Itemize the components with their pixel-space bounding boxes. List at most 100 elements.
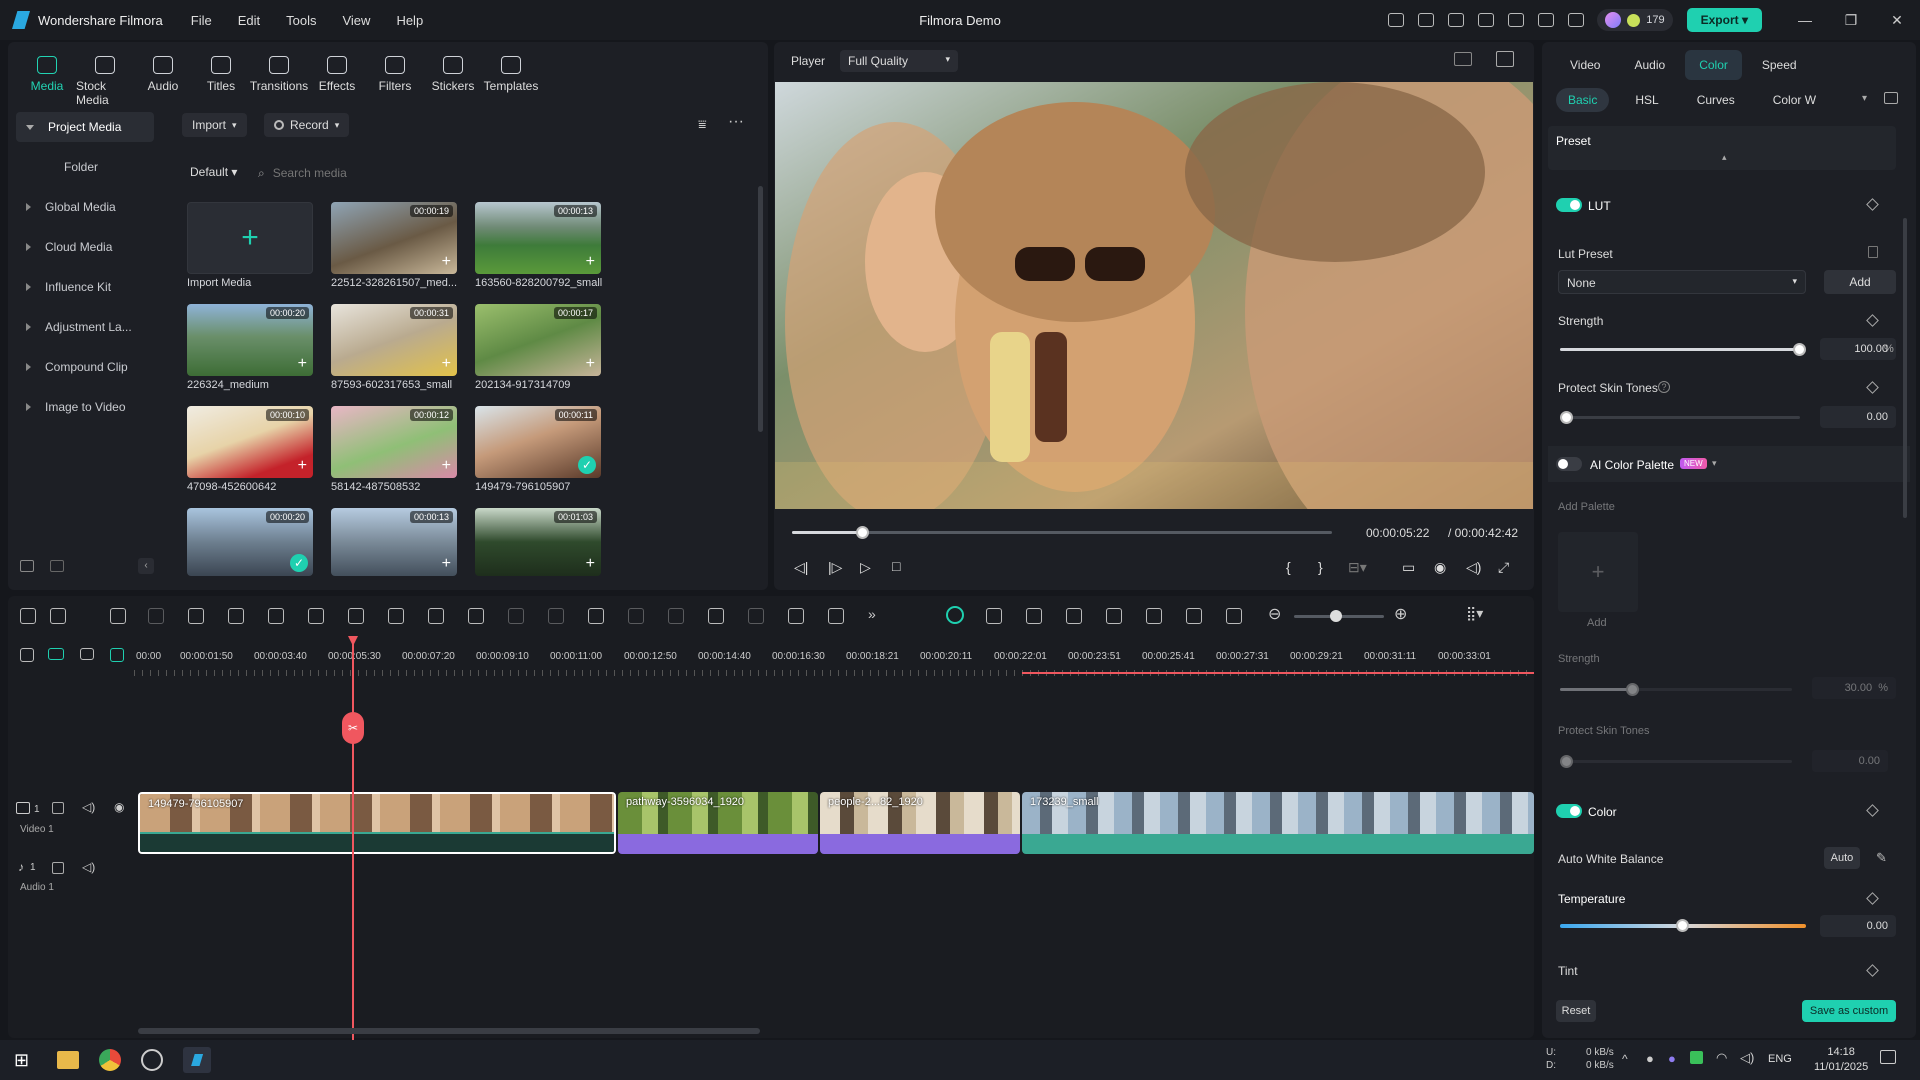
- play-reverse-icon[interactable]: |▷: [828, 559, 842, 576]
- ai-strength-value-input[interactable]: 30.00 %: [1812, 677, 1896, 699]
- media-thumb[interactable]: 00:00:17 +: [475, 304, 601, 376]
- split-scissors-icon[interactable]: ✂: [342, 712, 364, 744]
- save-icon[interactable]: [1478, 13, 1495, 27]
- fullscreen-icon[interactable]: ⤢: [1498, 559, 1509, 576]
- auto-highlight-icon[interactable]: [986, 608, 1002, 624]
- track-layout-icon[interactable]: ⣿▾: [1466, 605, 1483, 622]
- tab-speed[interactable]: Speed: [1748, 50, 1811, 80]
- stop-icon[interactable]: □: [892, 558, 900, 574]
- player-progress[interactable]: [792, 526, 1332, 539]
- chevron-down-icon[interactable]: ▾: [1712, 458, 1717, 469]
- tray-green-icon[interactable]: [1690, 1051, 1703, 1064]
- apps-grid-icon[interactable]: [1568, 13, 1585, 27]
- tab-audio[interactable]: Audio: [134, 56, 192, 107]
- notifications-icon[interactable]: [1880, 1050, 1896, 1064]
- add-lut-button[interactable]: Add: [1824, 270, 1896, 294]
- motion-track-icon[interactable]: [1026, 608, 1042, 624]
- undo-icon[interactable]: [110, 608, 126, 624]
- tab-media[interactable]: Media: [18, 56, 76, 107]
- play-icon[interactable]: ▷: [860, 559, 871, 576]
- properties-scrollbar[interactable]: [1903, 218, 1907, 518]
- tray-app-icon[interactable]: ●: [1668, 1051, 1676, 1066]
- clock[interactable]: 14:18 11/01/2025: [1814, 1045, 1868, 1075]
- tab-templates[interactable]: Templates: [482, 56, 540, 107]
- media-thumb[interactable]: 00:00:19 +: [331, 202, 457, 274]
- sidebar-item-influence-kit[interactable]: Influence Kit: [16, 272, 154, 302]
- mark-in-icon[interactable]: {: [1286, 559, 1291, 575]
- search-input[interactable]: [272, 166, 673, 180]
- microphone-icon[interactable]: ●: [1646, 1051, 1654, 1066]
- send-icon[interactable]: [1388, 13, 1405, 27]
- duration-icon[interactable]: [388, 608, 404, 624]
- pip-icon[interactable]: [1186, 608, 1202, 624]
- windows-start-icon[interactable]: ⊞: [14, 1050, 29, 1071]
- timeline-scrollbar[interactable]: [138, 1028, 760, 1034]
- timeline-clip[interactable]: pathway-3596034_1920: [618, 792, 818, 854]
- lock-icon[interactable]: [52, 802, 64, 814]
- zoom-out-icon[interactable]: ⊖: [1268, 604, 1281, 624]
- subtab-color-wheels[interactable]: Color W: [1761, 88, 1828, 112]
- ai-tools-icon[interactable]: [788, 608, 804, 624]
- redo-icon[interactable]: [148, 608, 164, 624]
- ai-protect-value-input[interactable]: 0.00: [1812, 750, 1888, 772]
- track-manager-icon[interactable]: [80, 648, 94, 660]
- stabilize-icon[interactable]: [548, 608, 564, 624]
- video-preview[interactable]: [775, 82, 1533, 509]
- sidebar-item-folder[interactable]: Folder: [16, 152, 154, 182]
- microphone-icon[interactable]: [1106, 608, 1122, 624]
- subtab-hsl[interactable]: HSL: [1623, 88, 1670, 112]
- ai-strength-slider[interactable]: [1560, 683, 1792, 696]
- color-toggle[interactable]: [1556, 804, 1582, 818]
- filter-icon[interactable]: ⩸: [698, 116, 707, 133]
- add-track-icon[interactable]: [20, 648, 34, 662]
- keyframe-tool-icon[interactable]: [468, 608, 484, 624]
- adjust-icon[interactable]: [508, 608, 524, 624]
- file-explorer-icon[interactable]: [57, 1051, 80, 1069]
- smart-cut-icon[interactable]: [828, 608, 844, 624]
- crop-icon[interactable]: [268, 608, 284, 624]
- trash-icon[interactable]: [1868, 246, 1878, 258]
- media-thumb[interactable]: 00:00:20 +: [187, 304, 313, 376]
- shield-icon[interactable]: [1066, 608, 1082, 624]
- media-thumb[interactable]: 00:00:13 +: [331, 508, 457, 576]
- temperature-value-input[interactable]: 0.00: [1820, 915, 1896, 937]
- zoom-in-icon[interactable]: ⊕: [1394, 604, 1407, 624]
- tab-filters[interactable]: Filters: [366, 56, 424, 107]
- language-indicator[interactable]: ENG: [1768, 1053, 1792, 1065]
- media-thumb[interactable]: 00:01:03 +: [475, 508, 601, 576]
- timeline-clip[interactable]: people-2...82_1920: [820, 792, 1020, 854]
- lut-preset-dropdown[interactable]: None ▾: [1558, 270, 1806, 294]
- obs-icon[interactable]: [141, 1049, 164, 1071]
- sidebar-item-image-to-video[interactable]: Image to Video: [16, 392, 154, 422]
- insert-icon[interactable]: ⊟▾: [1348, 559, 1367, 576]
- minimize-icon[interactable]: —: [1782, 12, 1828, 28]
- strength-slider[interactable]: [1560, 343, 1806, 356]
- chevron-up-icon[interactable]: ▴: [1722, 152, 1727, 163]
- credits-badge[interactable]: 179: [1597, 9, 1673, 31]
- lut-toggle[interactable]: [1556, 198, 1582, 212]
- delete-icon[interactable]: [188, 608, 204, 624]
- headset-icon[interactable]: [1538, 13, 1555, 27]
- menu-file[interactable]: File: [191, 13, 212, 28]
- snapshot-preview-icon[interactable]: [1496, 51, 1514, 67]
- tab-stock-media[interactable]: Stock Media: [76, 56, 134, 107]
- audio-mixer-icon[interactable]: [1146, 608, 1162, 624]
- ai-palette-toggle[interactable]: [1556, 457, 1582, 471]
- menu-view[interactable]: View: [342, 13, 370, 28]
- green-screen-icon[interactable]: [628, 608, 644, 624]
- layout-icon[interactable]: [20, 608, 36, 624]
- media-thumb[interactable]: 00:00:11 ✓: [475, 406, 601, 478]
- new-folder-icon[interactable]: [20, 560, 34, 572]
- chevron-down-icon[interactable]: ▾: [1862, 93, 1867, 104]
- scissors-icon[interactable]: [228, 608, 244, 624]
- chrome-icon[interactable]: [99, 1049, 122, 1071]
- import-button[interactable]: Import ▾: [182, 113, 247, 137]
- mark-out-icon[interactable]: }: [1318, 559, 1323, 575]
- temperature-slider[interactable]: [1560, 919, 1806, 932]
- speaker-icon[interactable]: ◁): [82, 860, 95, 874]
- import-media-tile[interactable]: +: [187, 202, 313, 274]
- eye-icon[interactable]: ◉: [114, 800, 124, 814]
- cloud-upload-icon[interactable]: [1508, 13, 1525, 27]
- media-thumb[interactable]: 00:00:13 +: [475, 202, 601, 274]
- mask-icon[interactable]: [588, 608, 604, 624]
